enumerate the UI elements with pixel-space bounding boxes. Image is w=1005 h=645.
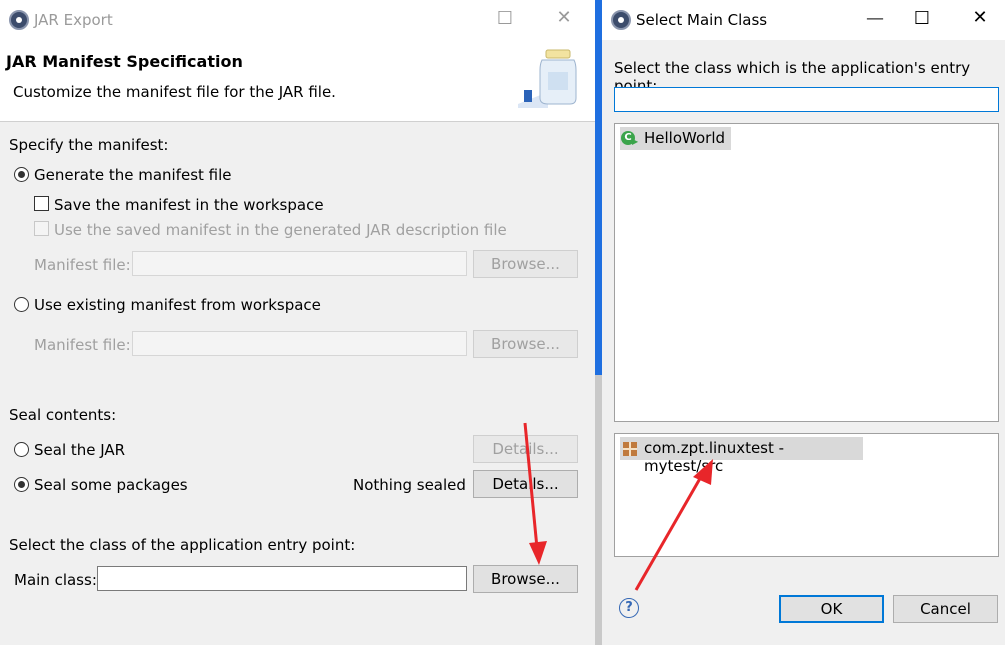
annotation-arrow-to-package bbox=[634, 459, 713, 591]
annotation-arrow-to-browse bbox=[523, 422, 547, 565]
annotation-overlay bbox=[523, 422, 713, 591]
